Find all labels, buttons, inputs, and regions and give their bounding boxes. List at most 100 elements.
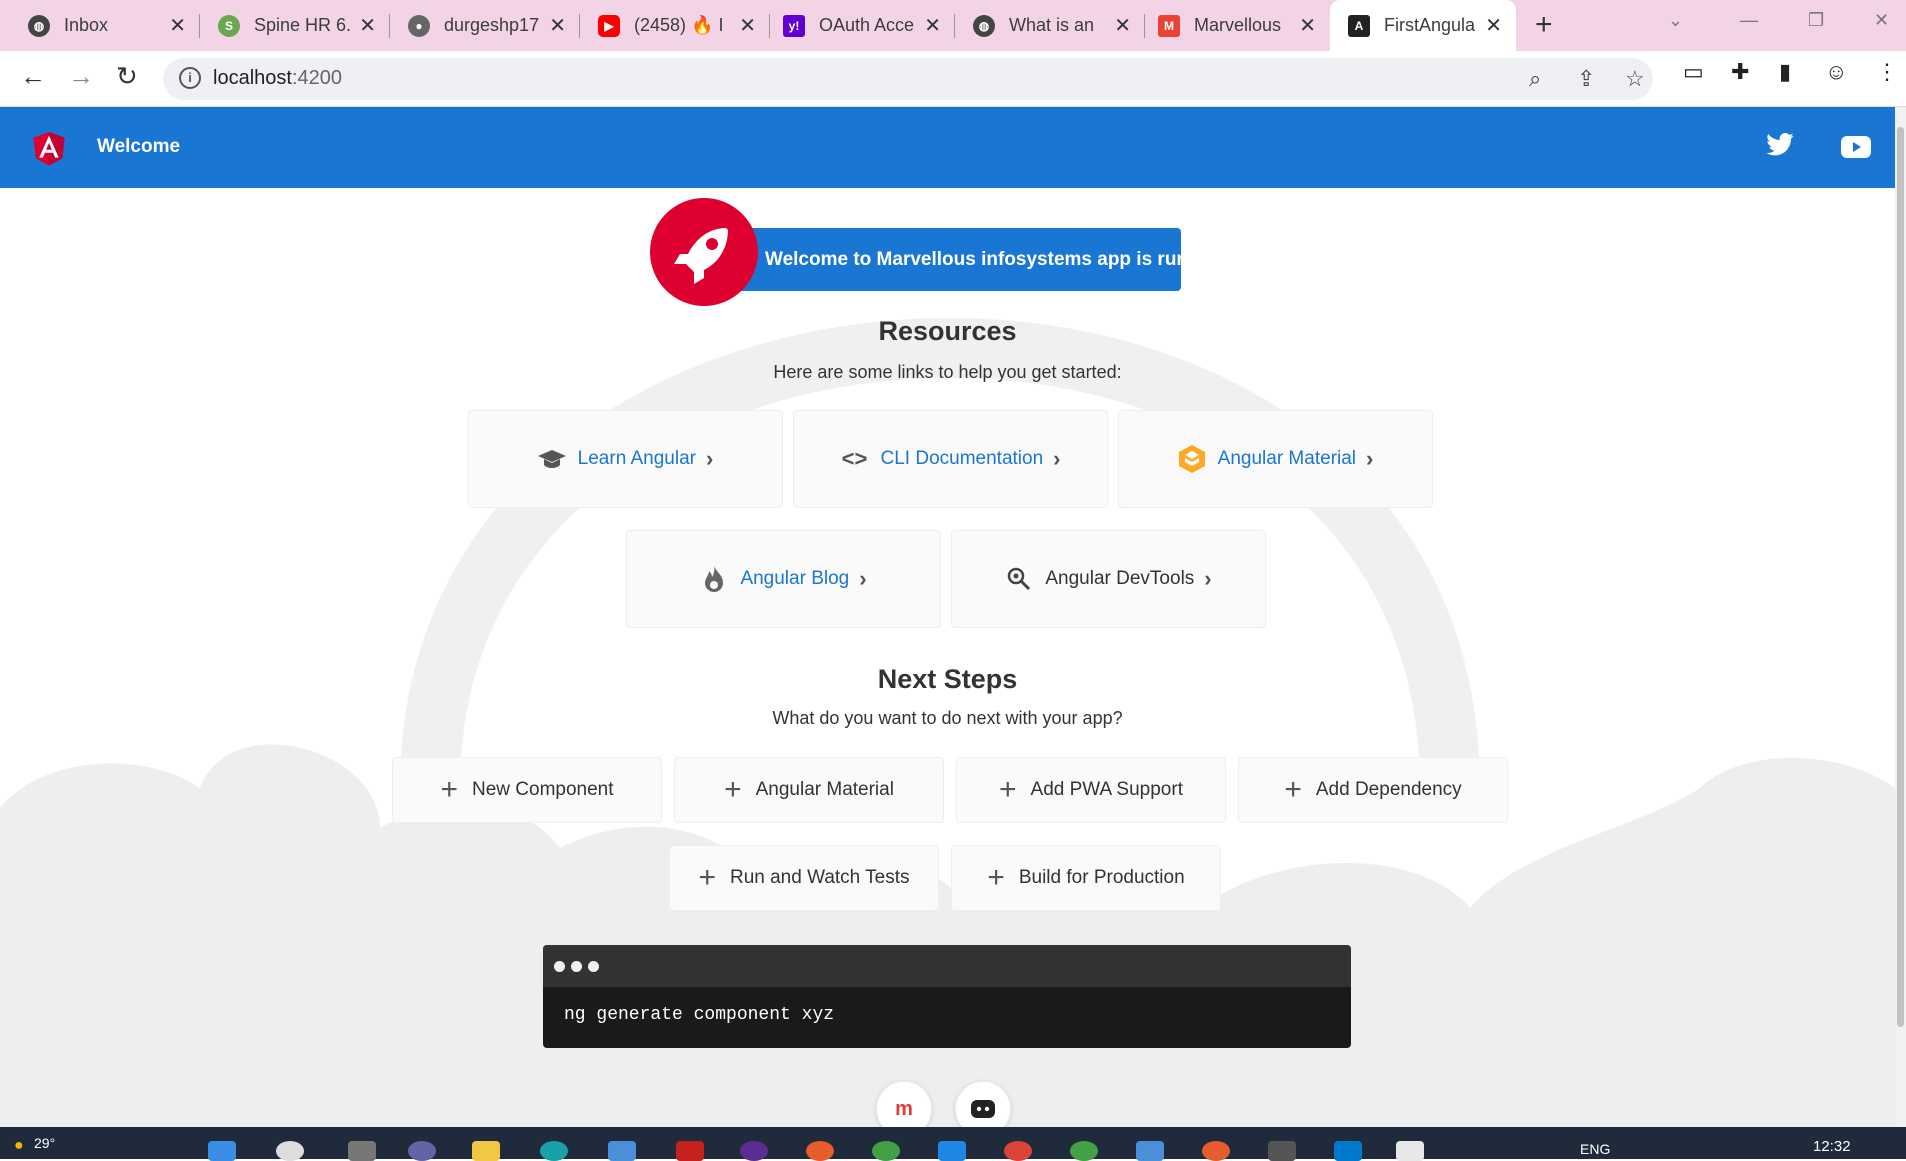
- bookmark-star-icon[interactable]: ☆: [1625, 66, 1645, 92]
- cli-documentation-card[interactable]: <> CLI Documentation ›: [793, 410, 1108, 508]
- close-tab-icon[interactable]: ✕: [549, 13, 566, 38]
- discord-icon[interactable]: [955, 1081, 1011, 1128]
- minimize-button[interactable]: —: [1740, 10, 1758, 31]
- terminal-box: ng generate component xyz: [543, 945, 1351, 1048]
- angular-logo-icon: [33, 132, 65, 166]
- tab-title: Spine HR 6.: [254, 15, 352, 35]
- app-icon[interactable]: [740, 1141, 768, 1161]
- app-icon[interactable]: [1070, 1141, 1098, 1161]
- step-label: Angular Material: [755, 779, 894, 800]
- menu-icon[interactable]: ⋮: [1876, 59, 1898, 85]
- browser-tab[interactable]: M Marvellous ✕: [1130, 0, 1330, 51]
- flame-icon: [700, 565, 728, 593]
- resources-subtitle: Here are some links to help you get star…: [773, 362, 1122, 382]
- tab-search-icon[interactable]: ⌄: [1668, 10, 1683, 31]
- terminal-dot: [554, 960, 565, 972]
- youtube-icon[interactable]: [1841, 136, 1871, 158]
- profile-avatar[interactable]: ☺: [1825, 59, 1847, 85]
- file-explorer-icon[interactable]: [472, 1141, 500, 1161]
- address-bar[interactable]: i localhost:4200 ⌕ ⇪ ☆: [163, 58, 1653, 100]
- clock[interactable]: 12:32: [1813, 1138, 1851, 1155]
- app-icon[interactable]: [938, 1141, 966, 1161]
- browser-tab[interactable]: ◍ What is an ✕: [945, 0, 1145, 51]
- card-label: Angular DevTools: [1045, 568, 1195, 589]
- forward-button[interactable]: →: [68, 61, 94, 92]
- new-tab-button[interactable]: +: [1535, 8, 1553, 42]
- browser-tab[interactable]: ◍ Inbox ✕: [0, 0, 200, 51]
- chrome-icon[interactable]: [1004, 1141, 1032, 1161]
- restore-button[interactable]: ❐: [1808, 10, 1824, 31]
- step-new-component[interactable]: + New Component: [392, 757, 662, 823]
- angular-devtools-card[interactable]: Angular DevTools ›: [951, 530, 1266, 628]
- close-tab-icon[interactable]: ✕: [1485, 13, 1502, 38]
- back-button[interactable]: ←: [20, 61, 46, 92]
- side-panel-icon[interactable]: ▮: [1779, 59, 1791, 85]
- youtube-icon: ▶: [598, 14, 620, 37]
- step-label: Run and Watch Tests: [729, 867, 910, 888]
- app-toolbar: Welcome: [0, 107, 1895, 188]
- close-tab-icon[interactable]: ✕: [1299, 13, 1316, 38]
- url-host: localhost: [213, 67, 292, 89]
- app-icon[interactable]: [1396, 1141, 1424, 1161]
- url-text: localhost:4200: [213, 67, 342, 90]
- angular-material-card[interactable]: Angular Material ›: [1118, 410, 1433, 508]
- close-tab-icon[interactable]: ✕: [169, 13, 186, 38]
- app-icon[interactable]: [872, 1141, 900, 1161]
- step-add-pwa-support[interactable]: + Add PWA Support: [956, 757, 1226, 823]
- angular-icon: A: [1348, 14, 1370, 37]
- extensions-icon[interactable]: ✚: [1731, 59, 1749, 85]
- tab-title: FirstAngula: [1384, 15, 1476, 35]
- site-info-icon[interactable]: i: [179, 67, 201, 89]
- card-label: CLI Documentation: [880, 448, 1044, 469]
- tab-title: Marvellous: [1194, 15, 1282, 35]
- step-angular-material[interactable]: + Angular Material: [674, 757, 944, 823]
- reload-button[interactable]: ↻: [116, 61, 138, 92]
- close-tab-icon[interactable]: ✕: [359, 13, 376, 38]
- angular-blog-card[interactable]: Angular Blog ›: [626, 530, 941, 628]
- step-label: New Component: [472, 779, 614, 800]
- step-run-and-watch-tests[interactable]: + Run and Watch Tests: [669, 845, 939, 911]
- plus-icon: +: [987, 861, 1005, 894]
- store-icon[interactable]: [608, 1141, 636, 1161]
- step-build-for-production[interactable]: + Build for Production: [951, 845, 1221, 911]
- start-button[interactable]: [208, 1141, 236, 1161]
- browser-tab[interactable]: S Spine HR 6. ✕: [190, 0, 390, 51]
- meetup-icon[interactable]: m: [876, 1081, 932, 1128]
- tab-title: What is an: [1009, 15, 1095, 35]
- app-icon[interactable]: [806, 1141, 834, 1161]
- os-taskbar: ● 29° ENG 12:32: [0, 1127, 1906, 1161]
- gmail-app-icon[interactable]: [676, 1141, 704, 1161]
- close-tab-icon[interactable]: ✕: [739, 13, 756, 38]
- zoom-icon[interactable]: ⌕: [1529, 66, 1541, 92]
- scrollbar-thumb[interactable]: [1897, 127, 1904, 1027]
- weather-icon: ●: [14, 1137, 24, 1154]
- rocket-icon: [650, 198, 758, 306]
- learn-angular-card[interactable]: Learn Angular ›: [468, 410, 783, 508]
- step-add-dependency[interactable]: + Add Dependency: [1238, 757, 1508, 823]
- search-icon[interactable]: [276, 1141, 304, 1161]
- close-window-button[interactable]: ✕: [1874, 10, 1889, 31]
- terminal-command: ng generate component xyz: [564, 1005, 835, 1025]
- cast-icon[interactable]: ▭: [1683, 59, 1704, 85]
- main-content: Welcome to Marvellous infosystems app is…: [0, 188, 1895, 1128]
- task-view-icon[interactable]: [348, 1141, 376, 1161]
- browser-tab[interactable]: ▶ (2458) 🔥 I ✕: [570, 0, 770, 51]
- terminal-app-icon[interactable]: [1268, 1141, 1296, 1161]
- tab-title: (2458) 🔥 I: [634, 15, 724, 35]
- browser-tab[interactable]: ● durgeshp17 ✕: [380, 0, 580, 51]
- edge-icon[interactable]: [540, 1141, 568, 1161]
- close-tab-icon[interactable]: ✕: [924, 13, 941, 38]
- twitter-icon[interactable]: [1763, 130, 1797, 160]
- code-brackets-icon: <>: [841, 446, 868, 471]
- language-indicator[interactable]: ENG: [1580, 1141, 1610, 1157]
- browser-tab[interactable]: y! OAuth Acce ✕: [755, 0, 955, 51]
- page-scrollbar[interactable]: [1895, 107, 1906, 1127]
- vscode-icon[interactable]: [1334, 1141, 1362, 1161]
- app-icon[interactable]: [1202, 1141, 1230, 1161]
- terminal-dot: [588, 960, 599, 972]
- teams-icon[interactable]: [408, 1141, 436, 1161]
- share-icon[interactable]: ⇪: [1577, 66, 1595, 92]
- browser-tab-active[interactable]: A FirstAngula ✕: [1330, 0, 1516, 51]
- close-tab-icon[interactable]: ✕: [1114, 13, 1131, 38]
- calendar-icon[interactable]: [1136, 1141, 1164, 1161]
